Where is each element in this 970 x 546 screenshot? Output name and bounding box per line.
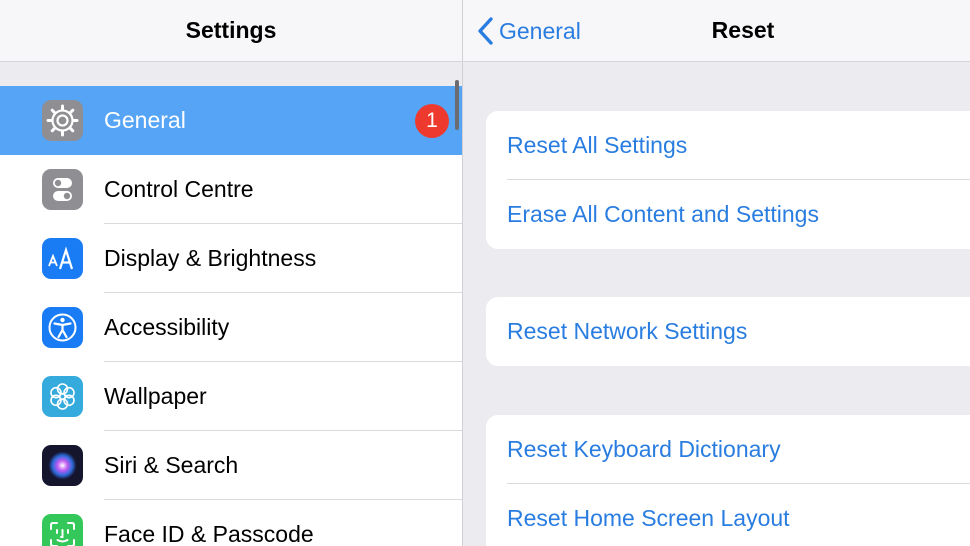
text-size-icon bbox=[42, 238, 83, 279]
back-button[interactable]: General bbox=[475, 13, 581, 49]
reset-option-label: Reset Home Screen Layout bbox=[507, 505, 790, 531]
accessibility-icon bbox=[42, 307, 83, 348]
reset-option-label: Reset Network Settings bbox=[507, 318, 748, 344]
notification-badge: 1 bbox=[415, 104, 449, 138]
sidebar-item-label: Control Centre bbox=[104, 176, 254, 202]
sidebar-item-label: General bbox=[104, 107, 186, 133]
sidebar-item-general[interactable]: General 1 bbox=[0, 86, 462, 155]
sidebar-scrollbar[interactable] bbox=[455, 80, 459, 130]
detail-pane: General Reset Reset All Settings Erase A… bbox=[463, 0, 970, 546]
sidebar-item-wallpaper[interactable]: Wallpaper bbox=[0, 362, 462, 431]
sidebar-item-label: Wallpaper bbox=[104, 383, 207, 409]
reset-group-1: Reset All Settings Erase All Content and… bbox=[486, 111, 970, 249]
chevron-left-icon bbox=[478, 17, 493, 45]
reset-option-label: Reset All Settings bbox=[507, 132, 688, 158]
siri-icon bbox=[42, 445, 83, 486]
erase-all-content-button[interactable]: Erase All Content and Settings bbox=[486, 180, 970, 249]
sidebar-item-label: Siri & Search bbox=[104, 452, 239, 478]
toggle-icon bbox=[42, 169, 83, 210]
back-button-label: General bbox=[499, 17, 581, 44]
settings-list: General 1 Control Centre Display & Brigh… bbox=[0, 86, 462, 546]
sidebar-item-display-brightness[interactable]: Display & Brightness bbox=[0, 224, 462, 293]
reset-group-2: Reset Network Settings bbox=[486, 297, 970, 366]
sidebar-item-siri-search[interactable]: Siri & Search bbox=[0, 431, 462, 500]
face-id-icon bbox=[42, 514, 83, 546]
reset-option-label: Reset Keyboard Dictionary bbox=[507, 436, 781, 462]
reset-option-label: Erase All Content and Settings bbox=[507, 201, 819, 227]
sidebar-header: Settings bbox=[0, 0, 462, 62]
reset-home-screen-layout-button[interactable]: Reset Home Screen Layout bbox=[486, 484, 970, 546]
flower-icon bbox=[42, 376, 83, 417]
settings-sidebar: Settings General 1 Control Centre Displa… bbox=[0, 0, 462, 546]
sidebar-item-label: Display & Brightness bbox=[104, 245, 317, 271]
page-title: Reset bbox=[711, 17, 775, 43]
sidebar-item-label: Accessibility bbox=[104, 314, 230, 340]
reset-all-settings-button[interactable]: Reset All Settings bbox=[486, 111, 970, 180]
reset-keyboard-dictionary-button[interactable]: Reset Keyboard Dictionary bbox=[486, 415, 970, 484]
sidebar-item-control-centre[interactable]: Control Centre bbox=[0, 155, 462, 224]
reset-network-settings-button[interactable]: Reset Network Settings bbox=[486, 297, 970, 366]
gear-icon bbox=[42, 100, 83, 141]
sidebar-item-face-id-passcode[interactable]: Face ID & Passcode bbox=[0, 500, 462, 546]
detail-header: General Reset bbox=[463, 0, 970, 62]
reset-group-3: Reset Keyboard Dictionary Reset Home Scr… bbox=[486, 415, 970, 546]
sidebar-item-accessibility[interactable]: Accessibility bbox=[0, 293, 462, 362]
sidebar-item-label: Face ID & Passcode bbox=[104, 521, 314, 546]
sidebar-title: Settings bbox=[185, 17, 277, 43]
